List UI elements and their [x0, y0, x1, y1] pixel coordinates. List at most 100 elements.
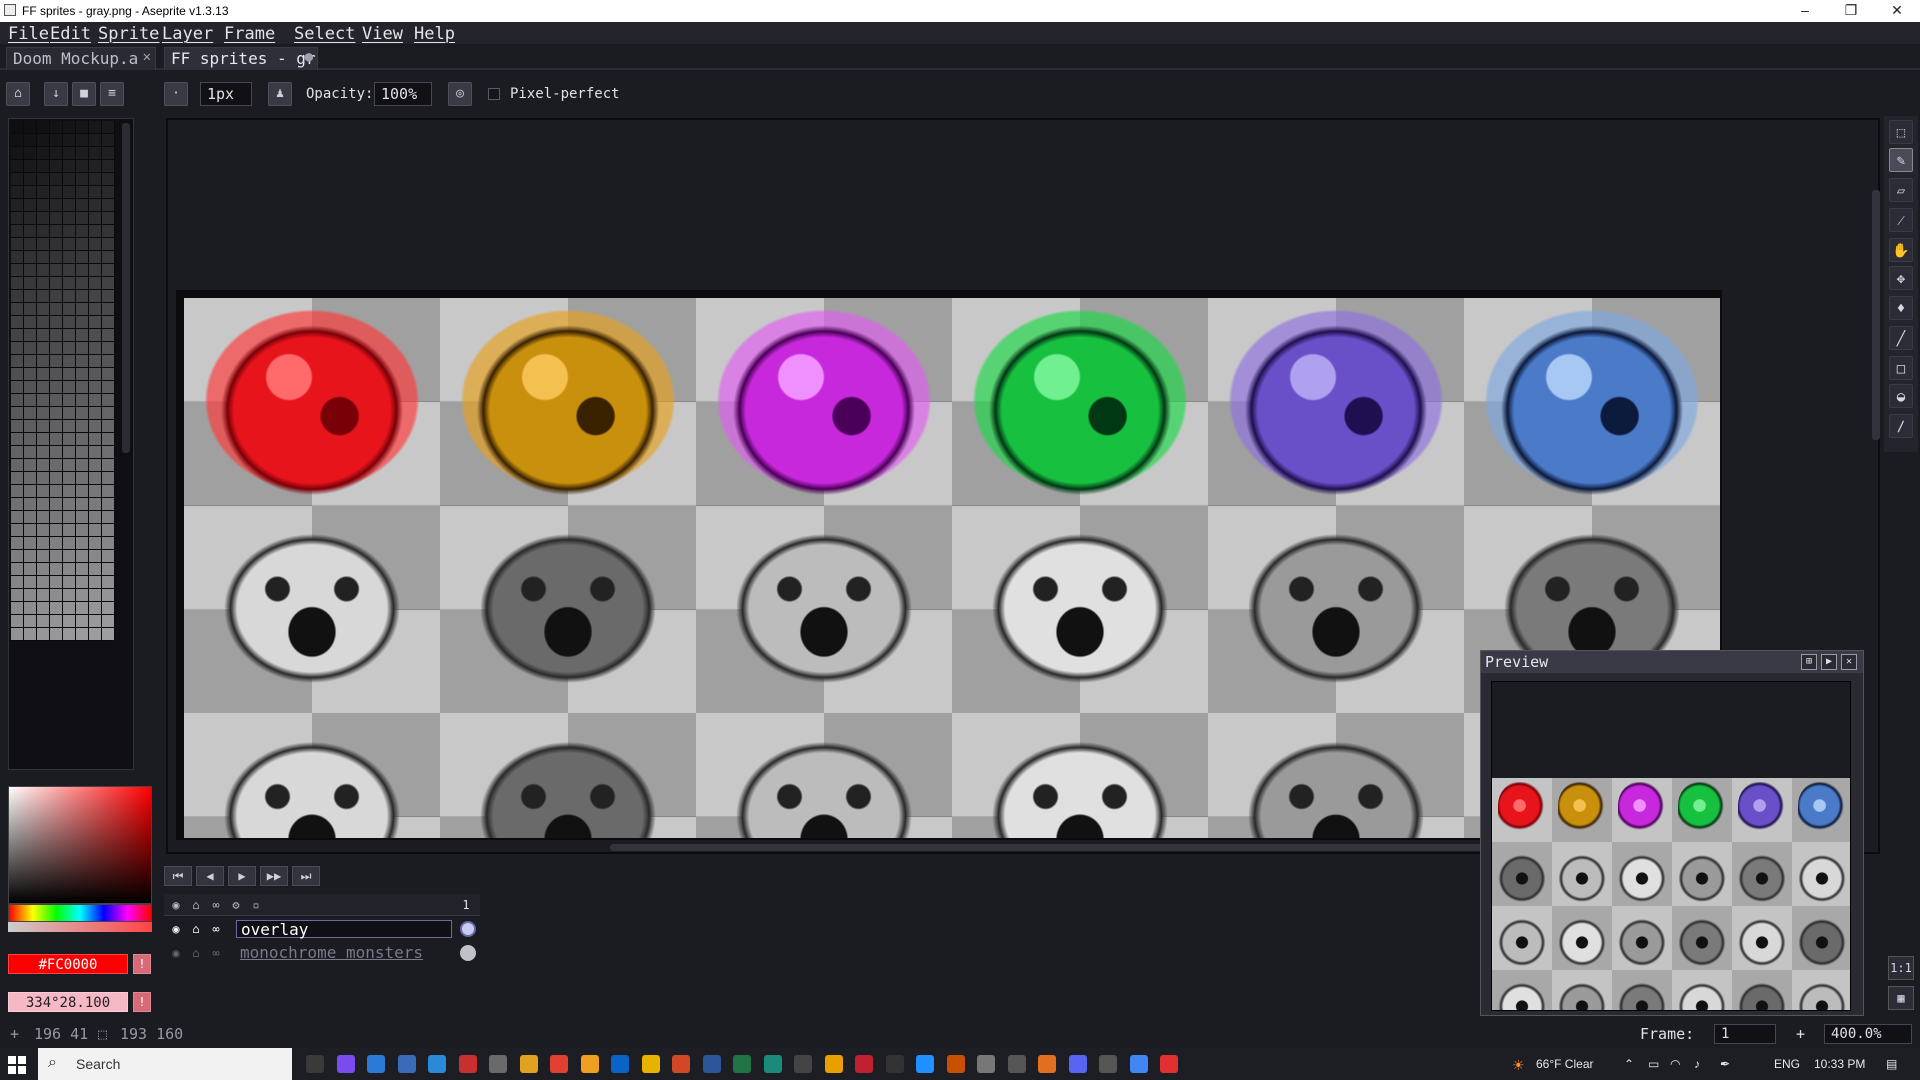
clock[interactable]: 10:33 PM — [1814, 1057, 1865, 1071]
palette-swatch[interactable] — [24, 173, 37, 186]
palette-swatch[interactable] — [11, 303, 24, 316]
palette-swatch[interactable] — [76, 498, 89, 511]
palette-swatch[interactable] — [89, 563, 102, 576]
palette-swatch[interactable] — [76, 212, 89, 225]
palette-swatch[interactable] — [50, 394, 63, 407]
language-indicator[interactable]: ENG — [1774, 1057, 1800, 1071]
word-icon[interactable] — [733, 1055, 751, 1073]
battery-icon[interactable]: ▭ — [1648, 1057, 1659, 1071]
brush-shape-icon[interactable]: · — [164, 82, 188, 106]
palette-swatch[interactable] — [89, 121, 102, 134]
palette-swatch[interactable] — [37, 303, 50, 316]
palette-swatch[interactable] — [11, 602, 24, 615]
palette-swatch[interactable] — [63, 225, 76, 238]
palette-swatch[interactable] — [50, 134, 63, 147]
palette-swatch[interactable] — [11, 277, 24, 290]
frame-number[interactable]: 1 — [458, 897, 474, 913]
palette-swatch[interactable] — [102, 303, 115, 316]
palette-swatch[interactable] — [50, 485, 63, 498]
notifications-icon[interactable]: ▤ — [1886, 1057, 1897, 1071]
palette-swatch[interactable] — [50, 446, 63, 459]
palette-swatch[interactable] — [63, 472, 76, 485]
palette-swatch[interactable] — [102, 615, 115, 628]
palette-swatch[interactable] — [24, 550, 37, 563]
palette-swatch[interactable] — [102, 264, 115, 277]
palette-scrollbar[interactable] — [122, 123, 130, 453]
restore-button[interactable]: ❐ — [1828, 0, 1874, 22]
palette-swatch[interactable] — [11, 628, 24, 641]
palette-swatch[interactable] — [102, 576, 115, 589]
palette-swatch[interactable] — [76, 121, 89, 134]
palette-swatch[interactable] — [63, 251, 76, 264]
palette-swatch[interactable] — [76, 134, 89, 147]
palette-swatch[interactable] — [11, 121, 24, 134]
palette-swatch[interactable] — [89, 524, 102, 537]
palette-swatch[interactable] — [24, 264, 37, 277]
palette-swatch[interactable] — [50, 225, 63, 238]
palette-swatch[interactable] — [50, 472, 63, 485]
color-saturation-value-picker[interactable] — [8, 786, 152, 904]
palette-swatch[interactable] — [11, 589, 24, 602]
palette-swatch[interactable] — [76, 173, 89, 186]
palette-swatch[interactable] — [76, 589, 89, 602]
palette-swatch[interactable] — [102, 433, 115, 446]
aseprite-taskbar-icon[interactable] — [1099, 1055, 1117, 1073]
palette-swatch[interactable] — [24, 433, 37, 446]
palette-swatch[interactable] — [11, 225, 24, 238]
network-icon[interactable]: ◠ — [1670, 1057, 1680, 1071]
palette-swatch[interactable] — [63, 134, 76, 147]
palette-swatch[interactable] — [37, 394, 50, 407]
palette-swatch[interactable] — [63, 303, 76, 316]
brush-type-icon[interactable]: ↓ — [44, 82, 68, 106]
palette-swatch[interactable] — [76, 550, 89, 563]
unlocked-icon[interactable]: ⌂ — [188, 945, 204, 961]
palette-swatch[interactable] — [63, 459, 76, 472]
palette-swatch[interactable] — [76, 160, 89, 173]
palette-swatch[interactable] — [37, 524, 50, 537]
play-button[interactable]: ▶ — [228, 866, 256, 886]
palette-swatch[interactable] — [11, 511, 24, 524]
palette-swatch[interactable] — [76, 147, 89, 160]
symmetry-icon[interactable]: ◎ — [448, 82, 472, 106]
unlocked-icon[interactable]: ⌂ — [188, 921, 204, 937]
menu-view[interactable]: View — [362, 24, 403, 44]
palette-swatch[interactable] — [102, 524, 115, 537]
palette-swatch[interactable] — [102, 537, 115, 550]
palette-swatch[interactable] — [37, 381, 50, 394]
palette-swatch[interactable] — [76, 290, 89, 303]
palette-swatch[interactable] — [63, 498, 76, 511]
calculator-icon[interactable] — [397, 1055, 416, 1073]
palette-swatch[interactable] — [37, 355, 50, 368]
palette-swatch[interactable] — [63, 277, 76, 290]
palette-swatch[interactable] — [50, 290, 63, 303]
palette-swatch[interactable] — [76, 238, 89, 251]
rectangle-icon[interactable]: □ — [1889, 356, 1913, 380]
palette-grid[interactable] — [11, 121, 119, 641]
palette-swatch[interactable] — [89, 277, 102, 290]
palette-swatch[interactable] — [102, 160, 115, 173]
palette-swatch[interactable] — [89, 355, 102, 368]
palette-swatch[interactable] — [24, 420, 37, 433]
palette-swatch[interactable] — [76, 329, 89, 342]
palette-swatch[interactable] — [63, 628, 76, 641]
palette-swatch[interactable] — [11, 212, 24, 225]
palette-swatch[interactable] — [76, 537, 89, 550]
layer-settings-icon[interactable]: ⚙ — [228, 897, 244, 913]
palette-swatch[interactable] — [76, 485, 89, 498]
palette-swatch[interactable] — [102, 290, 115, 303]
palette-swatch[interactable] — [102, 342, 115, 355]
eyedropper-icon[interactable]: ⁄ — [1889, 208, 1913, 232]
palette-swatch[interactable] — [76, 355, 89, 368]
next-frame-button[interactable]: ▶▶ — [260, 866, 288, 886]
palette-swatch[interactable] — [50, 550, 63, 563]
palette-swatch[interactable] — [76, 316, 89, 329]
last-frame-button[interactable]: ⏭ — [292, 866, 320, 886]
palette-swatch[interactable] — [50, 511, 63, 524]
palette-swatch[interactable] — [24, 537, 37, 550]
palette-swatch[interactable] — [24, 446, 37, 459]
palette-swatch[interactable] — [102, 355, 115, 368]
project-icon[interactable] — [794, 1055, 812, 1073]
layer-name[interactable]: monochrome monsters — [236, 944, 452, 962]
taskbar-search-box[interactable]: ⌕ Search — [38, 1048, 292, 1080]
palette-swatch[interactable] — [37, 576, 50, 589]
